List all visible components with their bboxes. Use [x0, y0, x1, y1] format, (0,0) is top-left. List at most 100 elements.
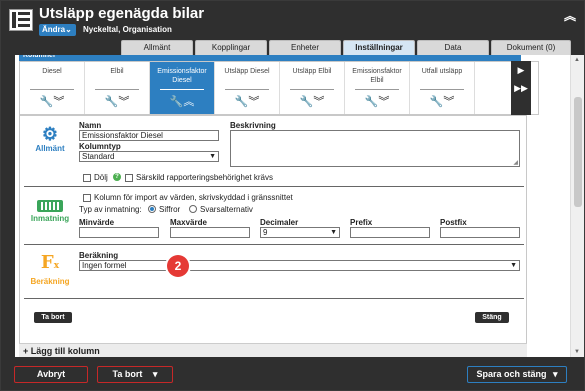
dialog-subtitle: Nyckeltal, Organisation	[83, 25, 172, 34]
coltype-value: Standard	[82, 152, 115, 161]
chevron-down-icon: ▾	[553, 369, 558, 379]
import-column-checkbox[interactable]	[83, 194, 91, 202]
wrench-collapse-icon: 🔧︽	[169, 96, 195, 108]
name-input[interactable]: Emissionsfaktor Diesel	[79, 130, 219, 141]
dialog-footer: Avbryt Ta bort ▾ Spara och stäng ▾	[1, 357, 584, 390]
wrench-expand-icon: 🔧︾	[234, 96, 260, 108]
postfix-input[interactable]	[440, 227, 520, 238]
column-item[interactable]: Utsläpp Diesel 🔧︾	[215, 62, 280, 114]
coltype-label: Kolumntyp	[79, 142, 121, 151]
allmant-section-label: Allmänt	[35, 144, 65, 153]
delete-dropdown-button[interactable]: Ta bort ▾	[97, 366, 173, 383]
column-label: Utsläpp Elbil	[292, 68, 332, 75]
decimals-value: 9	[263, 228, 268, 237]
column-item[interactable]: Diesel 🔧︾	[20, 62, 85, 114]
column-label: Emissionsfaktor Diesel	[157, 68, 207, 84]
tab-enheter[interactable]: Enheter	[269, 40, 341, 55]
dialog-window: Utsläpp egenägda bilar Ändra⌄ Nyckeltal,…	[0, 0, 585, 391]
save-and-close-button[interactable]: Spara och stäng ▾	[467, 366, 567, 383]
wrench-expand-icon: 🔧︾	[429, 96, 455, 108]
column-item[interactable]: Utfall utsläpp 🔧︾	[410, 62, 475, 114]
scroll-down-icon[interactable]: ▼	[574, 349, 580, 355]
column-nav: ▶ ▶▶	[511, 61, 531, 115]
scrollbar-thumb[interactable]	[574, 97, 582, 207]
min-input[interactable]	[79, 227, 159, 238]
min-label: Minvärde	[79, 218, 115, 227]
wrench-expand-icon: 🔧︾	[364, 96, 390, 108]
column-item-active[interactable]: Emissionsfaktor Diesel 🔧︽	[150, 62, 215, 114]
radio-figures-label: Siffror	[159, 205, 181, 214]
column-item[interactable]: Emissionsfaktor Elbil 🔧︾	[345, 62, 410, 114]
radio-alternatives-label: Svarsalternativ	[200, 205, 253, 214]
chevron-down-icon: ▼	[510, 262, 517, 269]
chevron-double-up-icon[interactable]: ︽	[564, 7, 576, 24]
prefix-input[interactable]	[350, 227, 430, 238]
column-item[interactable]: Elbil 🔧︾	[85, 62, 150, 114]
decimals-select[interactable]: 9 ▼	[260, 227, 340, 238]
coltype-select[interactable]: Standard ▼	[79, 151, 219, 162]
annotation-badge: 2	[167, 255, 189, 277]
mode-dropdown[interactable]: Ändra⌄	[39, 24, 76, 36]
berakning-section-label: Beräkning	[30, 277, 70, 286]
calculation-select[interactable]: Ingen formel ▼	[79, 260, 520, 271]
chevron-down-icon: ▼	[209, 153, 216, 160]
column-label: Emissionsfaktor Elbil	[352, 68, 402, 84]
tab-data[interactable]: Data	[417, 40, 489, 55]
vertical-scrollbar[interactable]: ▲ ▼	[570, 55, 584, 357]
scroll-up-icon[interactable]: ▲	[574, 57, 580, 63]
decimals-label: Decimaler	[260, 218, 299, 227]
chevron-down-icon: ▼	[330, 229, 337, 236]
function-icon: Fx	[40, 252, 60, 273]
tab-allmant[interactable]: Allmänt	[121, 40, 193, 55]
chevron-right-icon[interactable]: ▶	[511, 61, 531, 79]
berakning-section-icon: Fx Beräkning	[26, 252, 74, 286]
mode-label: Ändra	[42, 25, 66, 34]
close-panel-button[interactable]: Stäng	[475, 312, 509, 323]
calculation-value: Ingen formel	[82, 261, 127, 270]
prefix-label: Prefix	[350, 218, 373, 227]
wrench-expand-icon: 🔧︾	[299, 96, 325, 108]
name-label: Namn	[79, 121, 102, 130]
cancel-button[interactable]: Avbryt	[14, 366, 88, 383]
help-icon[interactable]: ?	[113, 173, 121, 181]
column-settings-panel: ⚙ Allmänt Namn Emissionsfaktor Diesel Ko…	[19, 115, 527, 345]
description-textarea[interactable]: ◢	[230, 130, 520, 167]
section-divider	[24, 186, 524, 187]
column-label: Diesel	[42, 68, 62, 75]
max-label: Maxvärde	[170, 218, 207, 227]
import-column-label: Kolumn för import av värden, skrivskydda…	[94, 193, 293, 202]
settings-content: Kolumner Diesel 🔧︾ Elbil 🔧︾ Emissionsfak…	[15, 55, 570, 357]
tab-bar: Allmänt Kopplingar Enheter Inställningar…	[121, 40, 571, 55]
delete-button-label: Ta bort	[112, 369, 143, 379]
tab-installningar[interactable]: Inställningar	[343, 40, 415, 55]
wrench-expand-icon: 🔧︾	[104, 96, 130, 108]
tab-kopplingar[interactable]: Kopplingar	[195, 40, 267, 55]
max-input[interactable]	[170, 227, 250, 238]
delete-column-button[interactable]: Ta bort	[34, 312, 72, 323]
special-permission-checkbox[interactable]	[125, 174, 133, 182]
app-logo-icon	[9, 9, 33, 31]
add-column-button[interactable]: + Lägg till kolumn	[19, 343, 527, 357]
section-divider	[24, 244, 524, 245]
column-item[interactable]: Utsläpp Elbil 🔧︾	[280, 62, 345, 114]
inmatning-section-label: Inmatning	[30, 214, 70, 223]
hide-checkbox[interactable]	[83, 174, 91, 182]
double-chevron-right-icon[interactable]: ▶▶	[511, 79, 531, 97]
wrench-expand-icon: 🔧︾	[39, 96, 65, 108]
gears-icon: ⚙	[41, 124, 59, 144]
description-label: Beskrivning	[230, 121, 276, 130]
chevron-down-icon: ▾	[152, 369, 158, 379]
special-permission-label: Särskild rapporteringsbehörighet krävs	[136, 173, 273, 182]
radio-alternatives[interactable]	[189, 205, 197, 213]
keyboard-icon	[37, 200, 63, 212]
tab-dokument[interactable]: Dokument (0)	[491, 40, 571, 55]
radio-figures[interactable]	[148, 205, 156, 213]
column-selector: Diesel 🔧︾ Elbil 🔧︾ Emissionsfaktor Diese…	[19, 61, 539, 115]
allmant-section-icon: ⚙ Allmänt	[30, 124, 70, 153]
column-label: Utsläpp Diesel	[224, 68, 270, 75]
resize-handle-icon[interactable]: ◢	[513, 159, 518, 166]
save-close-label: Spara och stäng	[476, 369, 547, 379]
column-label: Utfall utsläpp	[421, 68, 463, 75]
dialog-title: Utsläpp egenägda bilar	[39, 5, 205, 22]
chevron-down-icon: ⌄	[65, 25, 72, 34]
